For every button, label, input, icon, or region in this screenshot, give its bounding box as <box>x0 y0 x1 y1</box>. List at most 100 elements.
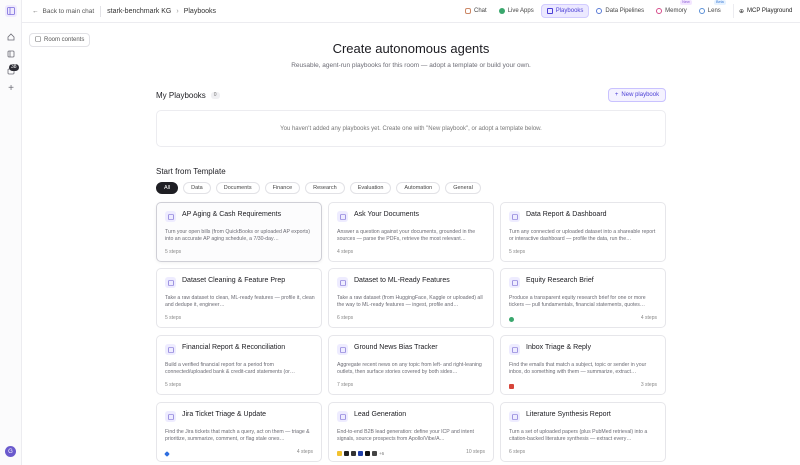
tab-label: Data Pipelines <box>605 8 645 14</box>
template-title: Lead Generation <box>354 411 407 418</box>
filter-automation[interactable]: Automation <box>396 182 441 194</box>
tab-memory[interactable]: Memory New <box>651 0 692 18</box>
tab-label: Chat <box>474 8 487 14</box>
filter-documents[interactable]: Documents <box>215 182 260 194</box>
back-to-main-chat-link[interactable]: ← Back to main chat <box>32 8 94 15</box>
filter-general[interactable]: General <box>445 182 481 194</box>
tab-label: Playbooks <box>555 8 584 14</box>
template-steps: 5 steps <box>165 382 182 388</box>
tab-label: Lens <box>707 8 721 14</box>
apollo-icon <box>337 451 342 456</box>
playbook-icon <box>509 211 520 222</box>
filter-all[interactable]: All <box>156 182 179 194</box>
room-nav-tabs: Chat Live Apps Playbooks Data Pipelines … <box>460 0 726 18</box>
template-title: Literature Synthesis Report <box>526 411 611 418</box>
beta-badge: Beta <box>713 0 726 5</box>
template-steps: 7 steps <box>337 382 354 388</box>
tab-live-apps[interactable]: Live Apps <box>494 4 539 18</box>
template-steps: 5 steps <box>165 249 182 255</box>
template-steps: 6 steps <box>337 315 354 321</box>
back-label: Back to main chat <box>42 7 95 15</box>
new-playbook-label: New playbook <box>621 92 660 98</box>
template-steps: 4 steps <box>640 315 657 321</box>
template-card[interactable]: Ask Your Documents Answer a question aga… <box>328 202 494 262</box>
pipeline-icon <box>596 8 603 14</box>
playbook-icon <box>165 277 176 288</box>
template-title: Data Report & Dashboard <box>526 211 607 218</box>
template-description: Produce a transparent equity research br… <box>509 295 646 308</box>
breadcrumb-kg[interactable]: stark-benchmark KG <box>107 8 171 15</box>
tab-data-pipelines[interactable]: Data Pipelines <box>591 4 649 18</box>
template-description: Answer a question against your documents… <box>337 229 476 242</box>
template-card[interactable]: Dataset to ML-Ready Features Take a raw … <box>328 268 494 328</box>
template-card[interactable]: Dataset Cleaning & Feature Prep Take a r… <box>156 268 322 328</box>
playbook-icon <box>165 211 176 222</box>
template-title: Jira Ticket Triage & Update <box>182 411 267 418</box>
template-card[interactable]: Data Report & Dashboard Turn any connect… <box>500 202 666 262</box>
template-title: Ask Your Documents <box>354 211 419 218</box>
empty-state: You haven't added any playbooks yet. Cre… <box>156 110 666 147</box>
template-steps: 4 steps <box>337 249 354 255</box>
breadcrumb-current: Playbooks <box>183 7 216 15</box>
jira-icon <box>164 451 170 457</box>
template-card[interactable]: Jira Ticket Triage & Update Find the Jir… <box>156 402 322 462</box>
template-steps: 10 steps <box>466 449 485 455</box>
divider <box>100 5 102 17</box>
template-card[interactable]: AP Aging & Cash Requirements Turn your o… <box>156 202 322 262</box>
template-description: Find the emails that match a subject, to… <box>509 362 647 375</box>
template-steps: 3 steps <box>640 382 657 388</box>
plug-icon: ⊕ <box>739 8 745 15</box>
filter-data[interactable]: Data <box>183 182 211 194</box>
vibe-icon <box>344 451 349 456</box>
mcp-label: MCP Playground <box>747 8 793 14</box>
template-description: Turn your open bills (from QuickBooks or… <box>165 229 311 242</box>
filter-evaluation[interactable]: Evaluation <box>349 182 392 194</box>
filter-research[interactable]: Research <box>305 182 345 194</box>
my-playbooks-header: My Playbooks 0 <box>156 91 220 100</box>
new-badge: New <box>680 0 692 5</box>
empty-state-text: You haven't added any playbooks yet. Cre… <box>280 125 542 132</box>
left-rail: 38 + G <box>0 0 22 465</box>
template-title: Dataset Cleaning & Feature Prep <box>182 277 286 284</box>
breadcrumb: stark-benchmark KG › Playbooks <box>107 8 216 15</box>
my-playbooks-heading: My Playbooks <box>156 91 206 100</box>
mcp-playground-button[interactable]: ⊕ MCP Playground <box>733 4 797 18</box>
template-description: Turn a set of uploaded papers (plus PubM… <box>509 429 648 442</box>
page-subtitle: Reusable, agent-run playbooks for this r… <box>291 62 531 69</box>
playbook-icon <box>165 411 176 422</box>
template-card[interactable]: Equity Research Brief Produce a transpar… <box>500 268 666 328</box>
template-title: Ground News Bias Tracker <box>354 344 438 351</box>
template-card[interactable]: Inbox Triage & Reply Find the emails tha… <box>500 335 666 395</box>
provider-icon <box>365 451 370 456</box>
playbook-icon <box>337 411 348 422</box>
template-steps: 6 steps <box>509 449 526 455</box>
tab-lens[interactable]: Lens Beta <box>694 0 726 18</box>
template-description: Turn any connected or uploaded dataset i… <box>509 229 656 242</box>
template-card[interactable]: Ground News Bias Tracker Aggregate recen… <box>328 335 494 395</box>
tab-chat[interactable]: Chat <box>460 4 492 18</box>
arrow-left-icon: ← <box>32 7 39 15</box>
template-description: Find the Jira tickets that match a query… <box>165 429 310 442</box>
integration-icons <box>164 451 170 457</box>
integration-icons: +6 <box>337 451 384 456</box>
user-avatar[interactable]: G <box>5 446 16 457</box>
template-title: Financial Report & Reconciliation <box>182 344 286 351</box>
template-title: Inbox Triage & Reply <box>526 344 591 351</box>
template-card[interactable]: Literature Synthesis Report Turn a set o… <box>500 402 666 462</box>
filter-finance[interactable]: Finance <box>264 182 301 194</box>
tab-label: Live Apps <box>507 8 534 14</box>
sidebar-toggle-icon[interactable] <box>5 5 17 17</box>
template-card[interactable]: Financial Report & Reconciliation Build … <box>156 335 322 395</box>
tab-label: Memory <box>665 8 687 14</box>
provider-icon <box>358 451 363 456</box>
chevron-right-icon: › <box>176 7 179 15</box>
memory-icon <box>656 8 663 14</box>
integration-icons <box>509 384 514 389</box>
new-playbook-button[interactable]: + New playbook <box>608 88 666 102</box>
template-card[interactable]: Lead Generation End-to-end B2B lead gene… <box>328 402 494 462</box>
playbook-icon <box>337 344 348 355</box>
tab-playbooks[interactable]: Playbooks <box>540 4 590 18</box>
add-icon[interactable]: + <box>5 82 17 94</box>
playbook-icon <box>509 411 520 422</box>
template-description: Aggregate recent news on any topic from … <box>337 362 482 375</box>
